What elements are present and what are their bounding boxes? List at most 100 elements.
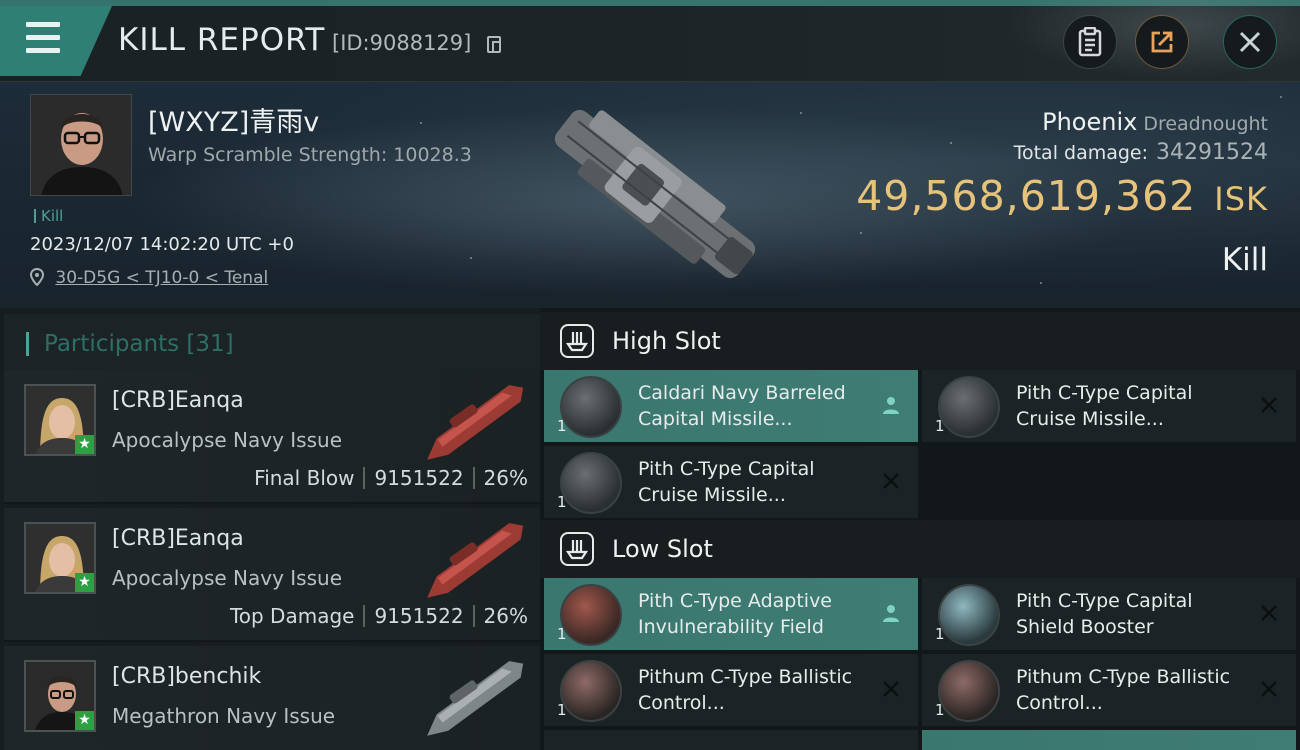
- module-icon: [560, 660, 622, 722]
- module-name: Pith C-Type Capital Shield Booster: [1016, 590, 1193, 638]
- module-name: Caldari Navy Barreled Capital Missile...: [638, 382, 846, 430]
- clipboard-button[interactable]: [1063, 15, 1117, 69]
- module-icon: [560, 452, 622, 514]
- module-icon: [938, 584, 1000, 646]
- participant-name[interactable]: [CRB]benchik: [112, 664, 261, 689]
- avatar[interactable]: ★: [24, 660, 96, 732]
- participants-accent: [26, 332, 29, 356]
- module-item[interactable]: 1 Pith C-Type Capital Shield Booster: [922, 578, 1296, 650]
- x-icon: [878, 676, 904, 702]
- isk-amount: 49,568,619,362: [856, 172, 1197, 220]
- warp-scramble-strength: Warp Scramble Strength: 10028.3: [148, 144, 472, 166]
- low-slot-header: Low Slot: [540, 520, 1300, 578]
- victim-name[interactable]: [WXYZ]青雨v: [148, 100, 319, 139]
- participant-row[interactable]: ★ [CRB]Eanqa Apocalypse Navy Issue Top D…: [4, 508, 540, 642]
- isk-unit: ISK: [1214, 180, 1268, 218]
- total-damage-label: Total damage:: [1013, 142, 1149, 164]
- module-name: Pithum C-Type Ballistic Control...: [1016, 666, 1231, 714]
- star-icon: ★: [75, 573, 94, 592]
- participants-title: Participants [31]: [44, 331, 234, 357]
- total-damage: Total damage: 34291524: [1014, 140, 1268, 165]
- x-icon: [1256, 676, 1282, 702]
- participants-header: Participants [31]: [4, 314, 540, 370]
- participant-percent: 26%: [483, 604, 528, 628]
- clipboard-icon: [1078, 27, 1102, 57]
- share-button[interactable]: [1135, 15, 1189, 69]
- module-icon: [560, 584, 622, 646]
- participant-ship: Megathron Navy Issue: [112, 704, 336, 728]
- module-name: Pithum C-Type Ballistic Control...: [638, 666, 853, 714]
- fitting-panel: High Slot 1 Caldari Navy Barreled Capita…: [540, 308, 1300, 750]
- victim-portrait-image: [31, 95, 131, 195]
- module-item[interactable]: 1 Caldari Navy Barreled Capital Missile.…: [544, 370, 918, 442]
- participant-name[interactable]: [CRB]Eanqa: [112, 526, 244, 551]
- module-icon: [560, 376, 622, 438]
- avatar[interactable]: ★: [24, 522, 96, 594]
- module-item[interactable]: 1 Pithum C-Type Ballistic Control...: [544, 654, 918, 726]
- module-item[interactable]: 1 Pith C-Type Adaptive Invulnerability F…: [544, 578, 918, 650]
- module-icon: [938, 660, 1000, 722]
- x-icon: [1256, 600, 1282, 626]
- module-quantity: 1: [557, 701, 567, 719]
- module-quantity: 1: [935, 625, 945, 643]
- close-button[interactable]: [1223, 15, 1277, 69]
- participant-row[interactable]: ★ [CRB]benchik Megathron Navy Issue: [4, 646, 540, 750]
- top-bar: KILL REPORT [ID:9088129]: [0, 0, 1300, 82]
- report-id: [ID:9088129]: [332, 31, 472, 55]
- module-name: Pith C-Type Capital Cruise Missile...: [638, 458, 815, 506]
- high-slot-label: High Slot: [612, 327, 721, 355]
- result-label: Kill: [1221, 242, 1268, 278]
- copy-icon[interactable]: [487, 36, 501, 53]
- victim-ship-image: [554, 109, 756, 279]
- participants-label: Participants: [44, 331, 180, 357]
- participant-ship: Apocalypse Navy Issue: [112, 428, 342, 452]
- high-slot-header: High Slot: [540, 312, 1300, 370]
- participant-ship-image: [427, 661, 524, 736]
- low-slot-label: Low Slot: [612, 535, 713, 563]
- participant-ship: Apocalypse Navy Issue: [112, 566, 342, 590]
- module-item-partial[interactable]: [544, 730, 918, 750]
- isk-value: 49,568,619,362 ISK: [856, 172, 1268, 220]
- avatar[interactable]: ★: [24, 384, 96, 456]
- menu-button[interactable]: [0, 6, 112, 76]
- module-quantity: 1: [935, 417, 945, 435]
- participant-role: Top Damage: [229, 604, 355, 628]
- module-item[interactable]: 1 Pithum C-Type Ballistic Control...: [922, 654, 1296, 726]
- kill-location[interactable]: 30-D5G < TJ10-0 < Tenal: [29, 267, 268, 288]
- x-icon: [878, 468, 904, 494]
- close-icon: [1239, 31, 1261, 53]
- module-quantity: 1: [557, 625, 567, 643]
- participant-ship-image: [427, 385, 524, 460]
- module-name: Pith C-Type Adaptive Invulnerability Fie…: [638, 590, 832, 638]
- participant-stats: Top Damage 9151522 26%: [230, 604, 528, 628]
- kill-time: 2023/12/07 14:02:20 UTC +0: [30, 234, 294, 255]
- participants-count: [31]: [186, 331, 234, 357]
- kill-tag: Kill: [34, 207, 63, 225]
- total-damage-value: 34291524: [1156, 140, 1268, 165]
- participants-panel: Participants [31] ★ [CRB]Eanqa Apocalyps…: [0, 308, 540, 750]
- share-icon: [1151, 31, 1173, 53]
- location-text[interactable]: 30-D5G < TJ10-0 < Tenal: [55, 268, 268, 288]
- victim-portrait[interactable]: [30, 94, 132, 196]
- participant-stats: Final Blow 9151522 26%: [254, 466, 528, 490]
- location-pin-icon: [29, 267, 45, 287]
- module-item-partial[interactable]: [922, 730, 1296, 750]
- module-quantity: 1: [557, 417, 567, 435]
- module-quantity: 1: [557, 493, 567, 511]
- participant-name[interactable]: [CRB]Eanqa: [112, 388, 244, 413]
- ship-class: Dreadnought: [1143, 113, 1268, 135]
- participant-row[interactable]: ★ [CRB]Eanqa Apocalypse Navy Issue Final…: [4, 370, 540, 504]
- module-item[interactable]: 1 Pith C-Type Capital Cruise Missile...: [544, 446, 918, 518]
- ship-name: Phoenix: [1042, 108, 1138, 136]
- victim-ship[interactable]: Phoenix Dreadnought: [1042, 108, 1268, 136]
- participant-role: Final Blow: [254, 466, 355, 490]
- slot-icon: [560, 324, 594, 358]
- star-icon: ★: [75, 435, 94, 454]
- person-icon: [878, 392, 904, 418]
- module-item[interactable]: 1 Pith C-Type Capital Cruise Missile...: [922, 370, 1296, 442]
- person-icon: [878, 600, 904, 626]
- slot-icon: [560, 532, 594, 566]
- x-icon: [1256, 392, 1282, 418]
- module-name: Pith C-Type Capital Cruise Missile...: [1016, 382, 1193, 430]
- victim-header: [WXYZ]青雨v Warp Scramble Strength: 10028.…: [0, 82, 1300, 308]
